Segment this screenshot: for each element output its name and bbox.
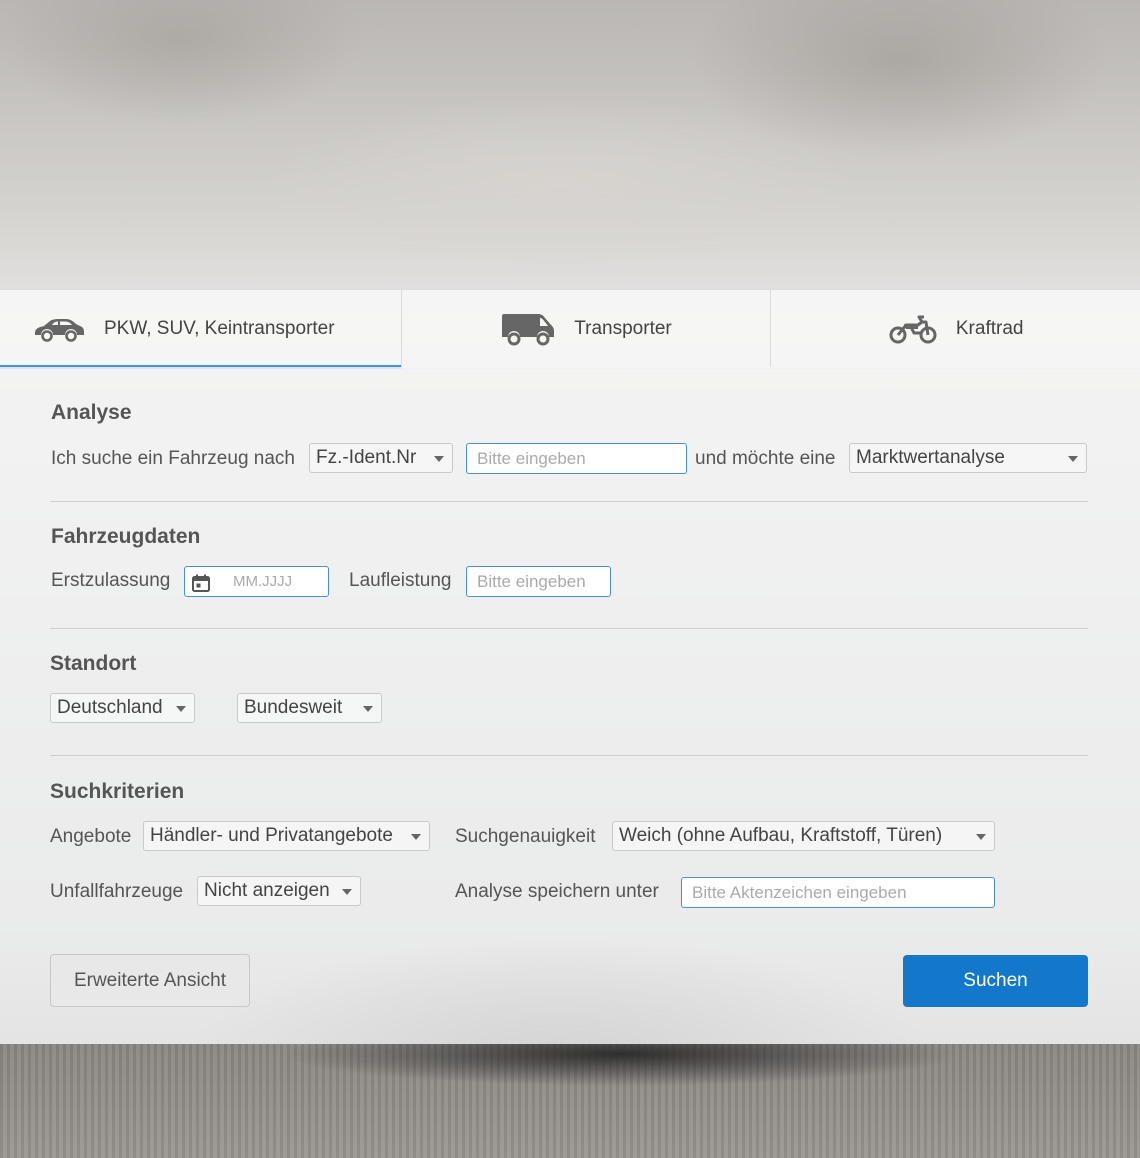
offers-value: Händler- und Privatangebote xyxy=(150,825,393,846)
car-icon xyxy=(35,319,84,342)
section-title-standort: Standort xyxy=(50,652,137,675)
first-registration-input[interactable] xyxy=(231,572,325,591)
search-type-select[interactable]: Fz.-Ident.Nr xyxy=(309,443,453,473)
accident-vehicles-select[interactable]: Nicht anzeigen xyxy=(197,876,361,906)
region-value: Bundesweit xyxy=(244,697,343,718)
van-icon xyxy=(502,314,555,346)
region-select[interactable]: Bundesweit xyxy=(237,693,382,723)
tab-label: Kraftrad xyxy=(955,318,1024,339)
country-select[interactable]: Deutschland xyxy=(50,693,195,723)
analysis-type-value: Marktwertanalyse xyxy=(856,447,1005,468)
country-value: Deutschland xyxy=(57,697,163,718)
search-type-value: Fz.-Ident.Nr xyxy=(316,447,417,468)
tab-kraftrad[interactable]: Kraftrad xyxy=(771,290,1140,368)
tab-label: Transporter xyxy=(574,318,672,339)
search-button[interactable]: Suchen xyxy=(903,955,1088,1007)
tab-pkw[interactable]: PKW, SUV, Keintransporter xyxy=(0,290,402,369)
save-analysis-label: Analyse speichern unter xyxy=(455,881,659,902)
first-registration-label: Erstzulassung xyxy=(51,570,171,591)
vin-input[interactable] xyxy=(466,443,687,474)
offers-label: Angebote xyxy=(50,826,132,847)
analysis-type-label: und möchte eine xyxy=(695,448,836,469)
section-divider xyxy=(50,628,1088,629)
tab-label: PKW, SUV, Keintransporter xyxy=(104,318,335,339)
search-by-label: Ich suche ein Fahrzeug nach xyxy=(51,448,295,469)
section-title-fahrzeugdaten: Fahrzeugdaten xyxy=(51,525,201,548)
chevron-down-icon xyxy=(434,456,444,462)
offers-select[interactable]: Händler- und Privatangebote xyxy=(143,821,430,851)
first-registration-field[interactable] xyxy=(184,566,329,597)
background-floor xyxy=(0,1044,1140,1158)
section-title-suchkriterien: Suchkriterien xyxy=(50,780,185,803)
section-divider xyxy=(50,755,1088,756)
tab-transporter[interactable]: Transporter xyxy=(402,290,772,368)
search-precision-label: Suchgenauigkeit xyxy=(455,826,596,847)
chevron-down-icon xyxy=(411,834,421,840)
mileage-input[interactable] xyxy=(466,566,611,597)
chevron-down-icon xyxy=(342,889,352,895)
accident-vehicles-value: Nicht anzeigen xyxy=(204,880,330,901)
search-precision-select[interactable]: Weich (ohne Aufbau, Kraftstoff, Türen) xyxy=(612,821,995,851)
analysis-type-select[interactable]: Marktwertanalyse xyxy=(849,443,1087,473)
mileage-label: Laufleistung xyxy=(349,570,452,591)
file-reference-input[interactable] xyxy=(681,877,995,908)
chevron-down-icon xyxy=(176,706,186,712)
advanced-view-button[interactable]: Erweiterte Ansicht xyxy=(50,954,250,1007)
chevron-down-icon xyxy=(1068,456,1078,462)
vehicle-type-tabs: PKW, SUV, Keintransporter Transporter Kr… xyxy=(0,289,1140,369)
section-divider xyxy=(50,501,1088,502)
accident-vehicles-label: Unfallfahrzeuge xyxy=(50,881,184,902)
calendar-icon xyxy=(192,574,210,592)
chevron-down-icon xyxy=(976,834,986,840)
chevron-down-icon xyxy=(363,706,373,712)
section-title-analyse: Analyse xyxy=(51,401,132,424)
search-precision-value: Weich (ohne Aufbau, Kraftstoff, Türen) xyxy=(619,825,943,846)
motorcycle-icon xyxy=(889,315,937,344)
